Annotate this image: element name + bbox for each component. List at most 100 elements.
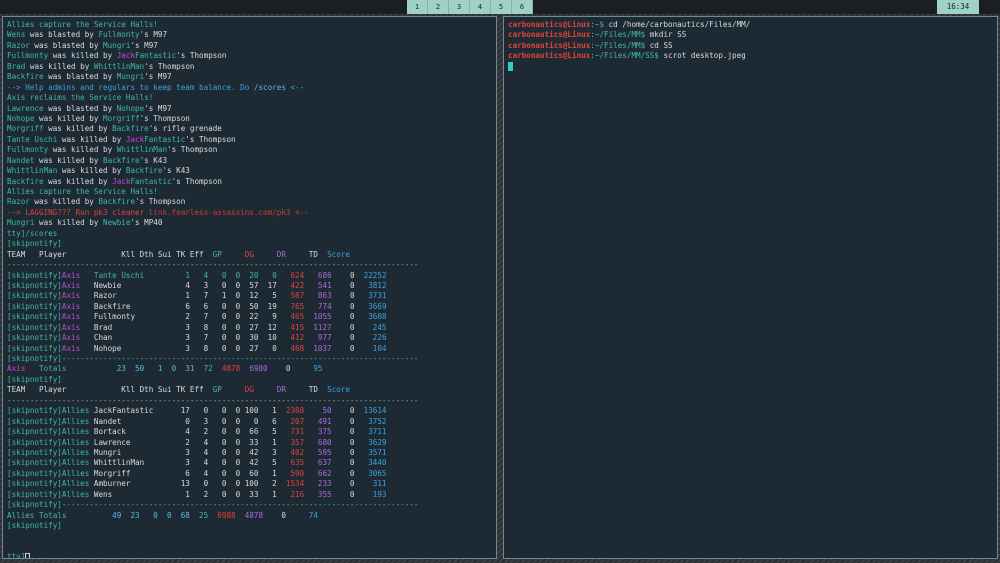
console-text: 3731 [368,291,387,301]
console-text: DR [276,249,309,259]
console-text: 's M97 [130,40,158,50]
console-text: 635 [290,458,318,468]
console-text: [skipnotify] [7,270,62,280]
workspace-3-button[interactable]: 3 [449,0,470,14]
console-text: 50 [322,406,350,416]
console-text: 357 [290,437,318,447]
console-text: 3812 [368,280,387,290]
console-text: 0 [349,312,369,322]
console-line: ----------------------------------------… [7,260,494,270]
console-text: 's Thompson [176,51,227,61]
console-text: 0 [349,301,369,311]
console-text: was blasted by [29,40,104,50]
console-text: 233 [317,479,350,489]
console-line: [skipnotify] [7,521,494,531]
console-text: Score [327,249,350,259]
console-text: 0 [349,437,369,447]
prompt-path: :~$ [590,20,609,29]
console-text: Nandet 0 3 0 0 0 6 [89,416,291,426]
console-text: 2388 [285,406,323,416]
console-line: [skipnotify]Axis Backfire 6 6 0 0 50 19 … [7,302,494,312]
console-text: Jack [116,51,136,61]
console-text: 0 [281,510,309,520]
console-text: 's Thompson [171,176,222,186]
console-text: [skipnotify] [7,280,62,290]
console-text: 624 [290,270,318,280]
console-text: [skipnotify] [7,333,62,343]
console-line: Nohope was killed by Morgriff's Thompson [7,114,494,124]
console-text: [skipnotify]Allies [7,479,90,489]
console-line: Backfire was blasted by Mungri's M97 [7,72,494,82]
console-text: [skipnotify]Allies [7,406,90,416]
console-text: Mungri [103,40,131,50]
console-line: [skipnotify]Axis Brad 3 8 0 0 27 12 415 … [7,323,494,333]
console-line: Allies Totals 49 23 0 0 68 25 6988 4878 … [7,511,494,521]
console-text: Allies capture the Service Halls! [7,187,158,196]
console-text: 's Thompson [135,197,186,207]
console-text: 's Thompson [167,145,218,155]
console-text: Wens 1 2 0 0 33 1 [89,489,291,499]
console-text: 226 [372,333,387,343]
console-text: was killed by [25,61,94,71]
console-text: 3752 [368,416,387,426]
prompt-user: carbonautics@Linux [508,20,591,29]
console-line: Allies capture the Service Halls! [7,187,494,197]
workspace-4-button[interactable]: 4 [470,0,491,14]
console-text: TD [308,249,328,259]
console-text: 375 [317,427,350,437]
console-line: [skipnotify]Axis Tante Uschi 1 4 0 0 20 … [7,271,494,281]
console-text: 3608 [368,312,387,322]
console-text: was killed by [43,124,113,134]
console-text: was killed by [34,218,104,228]
console-text: tty]/scores [7,228,58,238]
console-text: 13614 [363,406,387,416]
console-line: [skipnotify]Allies Mungri 3 4 0 0 42 3 4… [7,448,494,458]
shell-cursor-line [508,62,995,72]
console-text: <-- [290,207,309,217]
console-text: Axis [61,301,81,311]
console-text: Morgriff [7,124,44,134]
workspace-6-button[interactable]: 6 [512,0,533,14]
shell-command: scrot desktop.jpeg [663,51,746,61]
workspace-2-button[interactable]: 2 [428,0,449,14]
console-text: Axis [61,312,81,322]
console-line: Razor was killed by Backfire's Thompson [7,197,494,207]
console-text: Newbie [103,218,131,228]
console-text: 590 [290,468,318,478]
console-text: was blasted by [43,103,117,113]
console-text: Backfire [112,124,149,134]
console-text: Backfire [103,155,140,165]
console-line: TEAM Player Kll Dth Sui TK Eff GP DG DR … [7,250,494,260]
workspace-5-button[interactable]: 5 [491,0,512,14]
console-text: --> Help admins and regulars to keep tea… [7,82,254,92]
console-text: DG [244,249,277,259]
console-text: Razor [7,197,30,207]
console-text: was killed by [48,145,117,155]
shell-terminal[interactable]: carbonautics@Linux:~$ cd /home/carbonaut… [503,16,998,559]
console-text: [skipnotify]Allies [7,427,90,437]
console-text: 104 [372,343,387,353]
console-text: Backfire [7,176,44,186]
console-text: 0 [349,343,373,353]
console-text: 3440 [368,458,387,468]
workspace-1-button[interactable]: 1 [407,0,428,14]
console-line: tty]/scores [7,229,494,239]
game-console-terminal[interactable]: Allies capture the Service Halls! Wens wa… [2,16,497,559]
console-line: --> LAGGING??? Run pk3 cleaner link.fear… [7,208,494,218]
console-text: 's Thompson [139,113,190,123]
console-text: 's rifle grenade [148,124,222,134]
console-text: 415 [290,322,314,332]
console-text: [skipnotify]Allies [7,416,90,426]
console-text: 's M97 [139,30,168,40]
input-cursor [25,553,31,558]
console-text: 465 [290,312,314,322]
console-text: 774 [317,301,350,311]
console-line: [skipnotify] [7,375,494,385]
console-text: 491 [317,416,350,426]
console-text: 216 [290,489,318,499]
console-line: Razor was blasted by Mungri's M97 [7,41,494,51]
console-text: 0 [349,458,369,468]
console-text: Tante Uschi [7,134,58,144]
prompt-path: :~/Files/MM$ [590,30,650,40]
console-text: [skipnotify]Allies [7,437,90,447]
